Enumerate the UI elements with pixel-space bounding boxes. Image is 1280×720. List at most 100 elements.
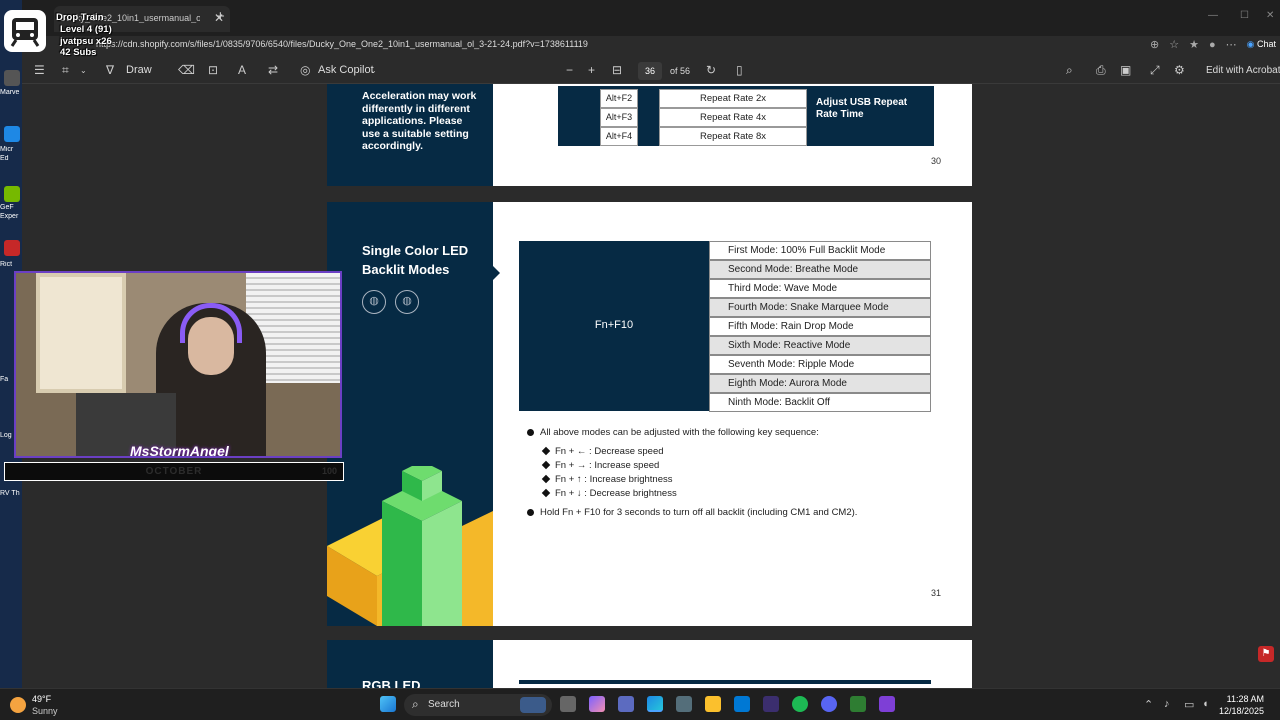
microphone-icon[interactable]: ♪ <box>1164 698 1170 710</box>
chevron-down-icon[interactable]: ⌄ <box>80 66 87 75</box>
copilot-icon[interactable]: ◎ <box>300 63 310 77</box>
pdf-page-30: Acceleration may work differently in dif… <box>327 84 972 186</box>
translate-icon[interactable]: ⇄ <box>268 63 278 77</box>
key-combo-cell: Fn+F10 <box>519 241 709 411</box>
zoom-out-icon[interactable]: − <box>566 63 573 77</box>
mode-row: Ninth Mode: Backlit Off <box>709 393 931 412</box>
clock-date[interactable]: 12/18/2025 <box>1219 706 1264 716</box>
print-icon[interactable]: ⎙ <box>1096 63 1106 78</box>
goal-value: 100 <box>321 466 337 476</box>
sub-bullet-text: Fn + ← : Decrease speed <box>555 446 664 457</box>
desktop-label: GeF <box>0 204 14 211</box>
chevron-down-icon[interactable]: ⌄ <box>370 66 377 75</box>
weather-temperature[interactable]: 49°F <box>32 694 51 704</box>
store-icon[interactable] <box>676 696 692 712</box>
contents-menu-icon[interactable]: ☰ <box>34 63 45 77</box>
search-label: Search <box>428 699 460 710</box>
text-box-icon[interactable]: ⊡ <box>208 63 218 77</box>
volume-icon[interactable]: ◖ <box>1202 698 1209 710</box>
profile-avatar[interactable]: ● <box>1209 39 1216 51</box>
table-top-edge <box>519 680 931 684</box>
search-icon[interactable]: ⌕ <box>1066 63 1073 78</box>
train-contributor: jvatpsu x26 <box>60 36 112 47</box>
zoom-icon[interactable]: ⊕ <box>1150 38 1159 51</box>
acrobat-icon[interactable]: ⚑ <box>1258 646 1274 662</box>
key-cell: Alt+F4 <box>600 127 638 146</box>
copilot-icon: ◉ <box>1246 39 1255 49</box>
chevron-up-icon[interactable]: ⌃ <box>1144 698 1153 711</box>
page-number: 31 <box>931 588 942 598</box>
fullscreen-icon[interactable]: ⤢ <box>1150 63 1160 78</box>
ask-copilot-button[interactable]: Ask Copilot <box>318 64 374 76</box>
train-subs: 42 Subs <box>60 47 97 58</box>
taskbar-search[interactable]: ⌕ Search <box>404 694 552 716</box>
eraser-icon[interactable]: ⌫ <box>178 63 195 77</box>
outlook-icon[interactable] <box>734 696 750 712</box>
network-icon[interactable]: ▭ <box>1184 698 1194 711</box>
key-cell: Alt+F2 <box>600 89 638 108</box>
page-view-icon[interactable]: ▯ <box>736 63 743 77</box>
address-bar[interactable]: https://cdn.shopify.com/s/files/1/0835/9… <box>22 36 1280 56</box>
favorites-icon[interactable]: ★ <box>1189 38 1199 51</box>
page-number-input[interactable]: 36 <box>638 62 662 80</box>
read-aloud-icon[interactable]: A <box>238 63 246 77</box>
mode-row: Eighth Mode: Aurora Mode <box>709 374 931 393</box>
pdf-page-32: RGB LED <box>327 640 972 688</box>
taskbar: 49°F Sunny ⌕ Search ⌃ ♪ ▭ ◖ 11:28 AM 12/… <box>0 688 1280 720</box>
search-highlight-icon <box>520 697 546 713</box>
tab-bar: Ducky_One2_10in1_usermanual_ol_3-21-24.p… <box>22 0 1280 36</box>
train-icon-graphic <box>10 18 40 47</box>
copilot-taskbar-icon[interactable] <box>589 696 605 712</box>
close-window-icon[interactable]: ✕ <box>1266 10 1274 21</box>
streamer-name: MsStormAngel <box>130 443 229 458</box>
value-cell: Repeat Rate 4x <box>659 108 807 127</box>
backlight-icon: ◍ <box>395 290 419 314</box>
settings-gear-icon[interactable]: ⚙ <box>1174 63 1185 77</box>
minimize-icon[interactable]: — <box>1208 10 1218 21</box>
obs-icon[interactable] <box>763 696 779 712</box>
zoom-in-icon[interactable]: + <box>588 63 595 77</box>
more-menu-icon[interactable]: ⋯ <box>1226 38 1237 51</box>
mode-row: Fifth Mode: Rain Drop Mode <box>709 317 931 336</box>
desktop-app-icon[interactable] <box>4 70 20 86</box>
draw-icon[interactable]: ∇ <box>106 63 114 77</box>
section-title: RGB LED <box>362 678 421 688</box>
search-icon: ⌕ <box>412 697 419 711</box>
start-windows-icon[interactable] <box>380 696 396 712</box>
excel-icon[interactable] <box>850 696 866 712</box>
save-icon[interactable]: ▣ <box>1120 63 1131 77</box>
edit-with-acrobat-button[interactable]: Edit with Acrobat <box>1206 65 1280 76</box>
file-explorer-icon[interactable] <box>705 696 721 712</box>
pdf-page-31: Single Color LED Backlit Modes ◍ ◍ Fn+F1… <box>327 202 972 626</box>
fit-page-icon[interactable]: ⊟ <box>612 63 622 77</box>
value-cell: Repeat Rate 2x <box>659 89 807 108</box>
streamlabs-icon[interactable] <box>879 696 895 712</box>
rotate-icon[interactable]: ↻ <box>706 63 716 77</box>
copilot-chat-button[interactable]: ◉ Chat <box>1247 39 1276 50</box>
url-text[interactable]: https://cdn.shopify.com/s/files/1/0835/9… <box>96 39 588 49</box>
draw-button[interactable]: Draw <box>126 64 152 76</box>
diamond-bullet-icon <box>541 447 551 456</box>
maximize-icon[interactable]: ☐ <box>1240 10 1249 21</box>
new-tab-icon[interactable]: + <box>216 8 225 25</box>
highlight-icon[interactable]: ⌗ <box>62 63 69 78</box>
spotify-icon[interactable] <box>792 696 808 712</box>
clock-time[interactable]: 11:28 AM <box>1227 694 1264 704</box>
discord-icon[interactable] <box>821 696 837 712</box>
app-desktop-icon[interactable] <box>4 240 20 256</box>
diamond-bullet-icon <box>541 489 551 498</box>
geforce-desktop-icon[interactable] <box>4 186 20 202</box>
bullet-dot-icon <box>527 508 534 516</box>
weather-sun-icon[interactable] <box>10 697 26 713</box>
weather-condition[interactable]: Sunny <box>32 706 58 716</box>
edge-desktop-icon[interactable] <box>4 126 20 142</box>
edge-taskbar-icon[interactable] <box>647 696 663 712</box>
repeat-rate-table: Alt+F2 Repeat Rate 2x Alt+F3 Repeat Rate… <box>558 86 934 146</box>
sub-bullet-item: Fn + → : Increase speed <box>541 460 659 471</box>
sub-bullet-item: Fn + ↓ : Decrease brightness <box>541 488 677 499</box>
value-cell: Repeat Rate 8x <box>659 127 807 146</box>
favorite-star-icon[interactable]: ☆ <box>1169 38 1179 51</box>
teams-icon[interactable] <box>618 696 634 712</box>
train-icon <box>4 10 46 52</box>
task-view-icon[interactable] <box>560 696 576 712</box>
